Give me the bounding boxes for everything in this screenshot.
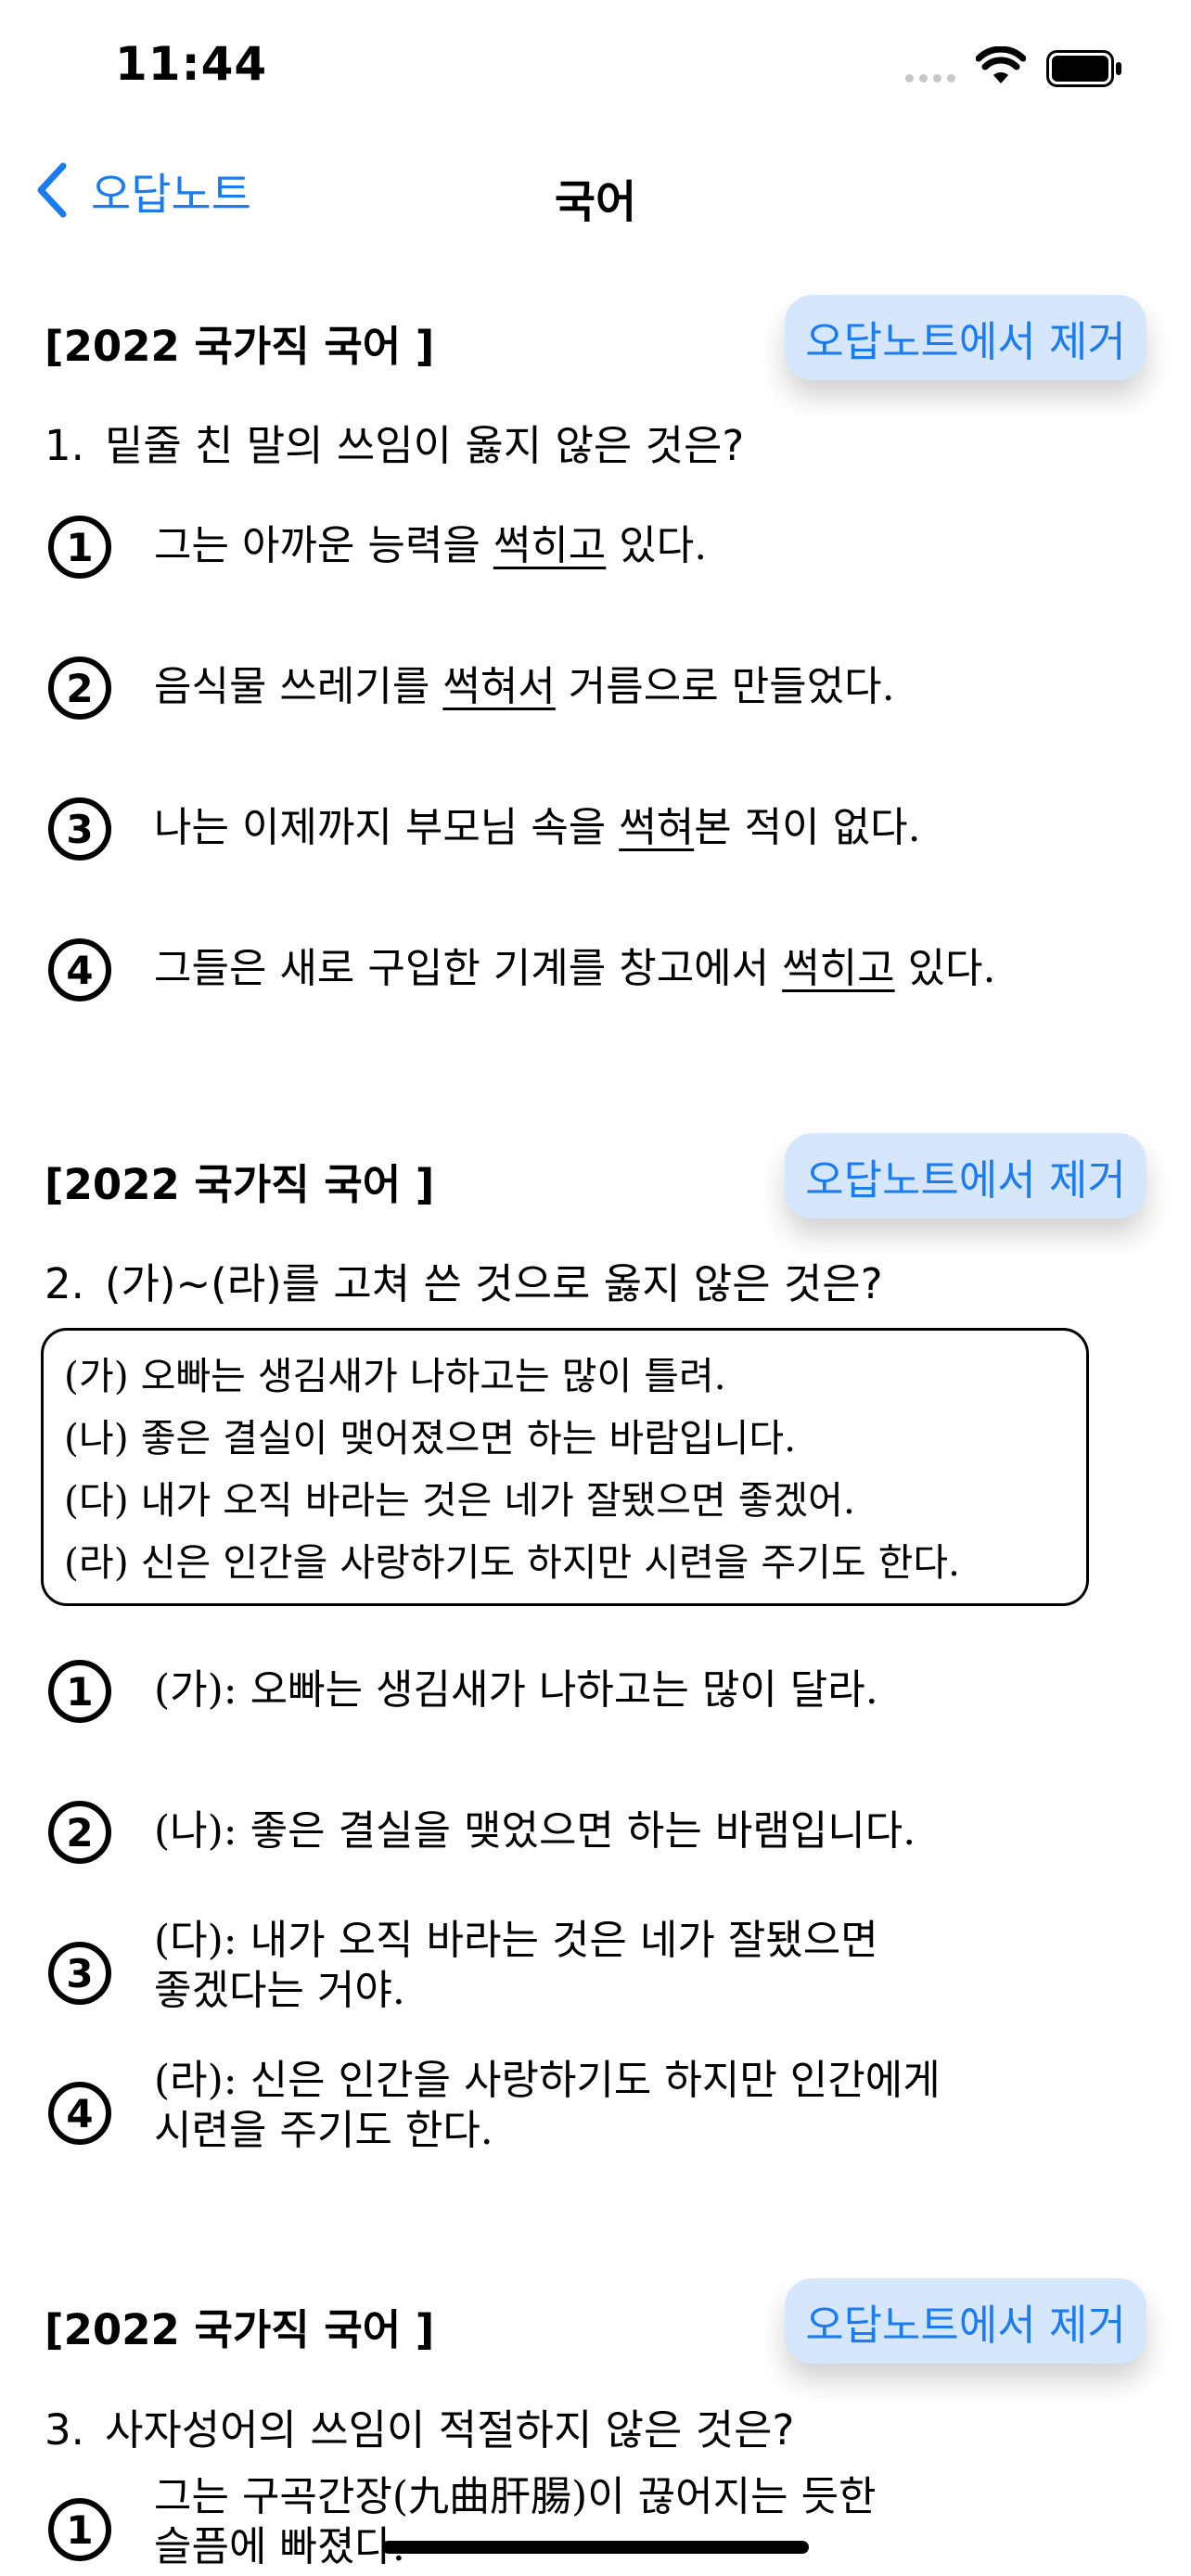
option-marker: 3 xyxy=(48,797,111,861)
question-number: 1. xyxy=(45,421,84,470)
passage-line: (가) 오빠는 생김새가 나하고는 많이 틀려. xyxy=(64,1354,726,1398)
question-text: 1. 밑줄 친 말의 쓰임이 옳지 않은 것은? xyxy=(45,412,744,472)
remove-from-notes-button[interactable]: 오답노트에서 제거 xyxy=(785,295,1146,380)
question-number: 2. xyxy=(45,1259,84,1308)
answer-option[interactable]: 3 (다): 내가 오직 바라는 것은 네가 잘됐으면 좋겠다는 거야. xyxy=(48,1917,1161,2044)
option-text: 음식물 쓰레기를 썩혀서 거름으로 만들었다. xyxy=(154,663,895,710)
answer-option[interactable]: 2 (나): 좋은 결실을 맺었으면 하는 바램입니다. xyxy=(48,1801,1161,1866)
question-text: 2. (가)~(라)를 고쳐 쓴 것으로 옳지 않은 것은? xyxy=(45,1250,883,1310)
option-marker: 1 xyxy=(48,1660,111,1723)
remove-from-notes-button[interactable]: 오답노트에서 제거 xyxy=(785,1133,1146,1218)
remove-from-notes-button[interactable]: 오답노트에서 제거 xyxy=(785,2278,1146,2364)
answer-option[interactable]: 1 그는 구곡간장(九曲肝腸)이 끊어지는 듯한 슬픔에 빠졌다. xyxy=(48,2473,1161,2576)
question-label: (가)~(라)를 고쳐 쓴 것으로 옳지 않은 것은? xyxy=(104,1259,883,1308)
option-text: 그는 아까운 능력을 썩히고 있다. xyxy=(154,522,708,569)
answer-option[interactable]: 1 그는 아까운 능력을 썩히고 있다. xyxy=(48,516,1161,580)
answer-option[interactable]: 4 그들은 새로 구입한 기계를 창고에서 썩히고 있다. xyxy=(48,938,1161,1003)
option-marker: 1 xyxy=(48,2498,111,2561)
passage-line: (나) 좋은 결실이 맺어졌으면 하는 바람입니다. xyxy=(64,1416,797,1460)
question-number: 3. xyxy=(45,2405,84,2455)
question-list[interactable]: [2022 국가직 국어 ] 오답노트에서 제거 1. 밑줄 친 말의 쓰임이 옳… xyxy=(0,0,1191,2576)
option-marker: 4 xyxy=(48,938,111,1001)
exam-tag: [2022 국가직 국어 ] xyxy=(45,322,435,371)
option-text: 그들은 새로 구입한 기계를 창고에서 썩히고 있다. xyxy=(154,945,996,992)
passage-box: (가) 오빠는 생김새가 나하고는 많이 틀려. (나) 좋은 결실이 맺어졌으… xyxy=(41,1328,1089,1606)
option-text: (가): 오빠는 생김새가 나하고는 많이 달라. xyxy=(154,1666,878,1714)
passage-line: (다) 내가 오직 바라는 것은 네가 잘됐으면 좋겠어. xyxy=(64,1478,855,1523)
answer-option[interactable]: 2 음식물 쓰레기를 썩혀서 거름으로 만들었다. xyxy=(48,657,1161,721)
question-label: 밑줄 친 말의 쓰임이 옳지 않은 것은? xyxy=(104,421,745,470)
option-text: 나는 이제까지 부모님 속을 썩혀본 적이 없다. xyxy=(154,804,921,851)
answer-option[interactable]: 3 나는 이제까지 부모님 속을 썩혀본 적이 없다. xyxy=(48,797,1161,862)
option-marker: 1 xyxy=(48,516,111,579)
exam-tag: [2022 국가직 국어 ] xyxy=(45,2305,435,2354)
option-text: 그는 구곡간장(九曲肝腸)이 끊어지는 듯한 슬픔에 빠졌다. xyxy=(154,2473,877,2570)
answer-option[interactable]: 4 (라): 신은 인간을 사랑하기도 하지만 인간에게 시련을 주기도 한다. xyxy=(48,2057,1161,2184)
option-marker: 2 xyxy=(48,1801,111,1864)
question-label: 사자성어의 쓰임이 적절하지 않은 것은? xyxy=(104,2405,795,2455)
home-indicator[interactable] xyxy=(382,2541,809,2554)
passage-line: (라) 신은 인간을 사랑하기도 하지만 시련을 주기도 한다. xyxy=(64,1540,961,1585)
option-text: (나): 좋은 결실을 맺었으면 하는 바램입니다. xyxy=(154,1807,916,1855)
answer-option[interactable]: 1 (가): 오빠는 생김새가 나하고는 많이 달라. xyxy=(48,1660,1161,1725)
exam-tag: [2022 국가직 국어 ] xyxy=(45,1160,435,1209)
question-text: 3. 사자성어의 쓰임이 적절하지 않은 것은? xyxy=(45,2396,794,2456)
option-marker: 4 xyxy=(48,2082,111,2145)
option-text: (라): 신은 인간을 사랑하기도 하지만 인간에게 시련을 주기도 한다. xyxy=(154,2057,941,2154)
option-marker: 3 xyxy=(48,1942,111,2005)
option-marker: 2 xyxy=(48,657,111,720)
option-text: (다): 내가 오직 바라는 것은 네가 잘됐으면 좋겠다는 거야. xyxy=(154,1917,878,2014)
